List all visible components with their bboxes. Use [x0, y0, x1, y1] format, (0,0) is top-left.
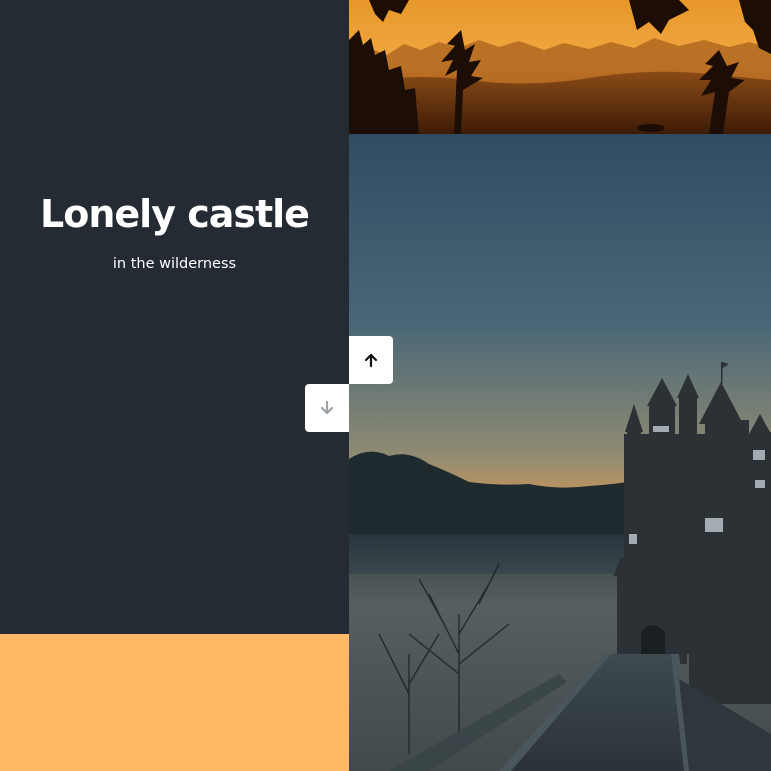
- slide-text-panel: Lonely castle in the wilderness: [0, 0, 349, 634]
- sunset-forest-image: [349, 0, 771, 134]
- arrow-down-icon: [320, 400, 334, 415]
- down-button[interactable]: [305, 384, 349, 432]
- slider: Lonely castle in the wilderness: [0, 0, 771, 771]
- slide-title: Lonely castle: [40, 192, 310, 236]
- image-column: [349, 0, 771, 771]
- up-button[interactable]: [349, 336, 393, 384]
- arrow-up-icon: [364, 353, 378, 368]
- next-slide-text-panel: [0, 634, 349, 771]
- slide-subtitle: in the wilderness: [112, 256, 237, 272]
- text-column: Lonely castle in the wilderness: [0, 0, 349, 771]
- castle-image: [349, 134, 771, 771]
